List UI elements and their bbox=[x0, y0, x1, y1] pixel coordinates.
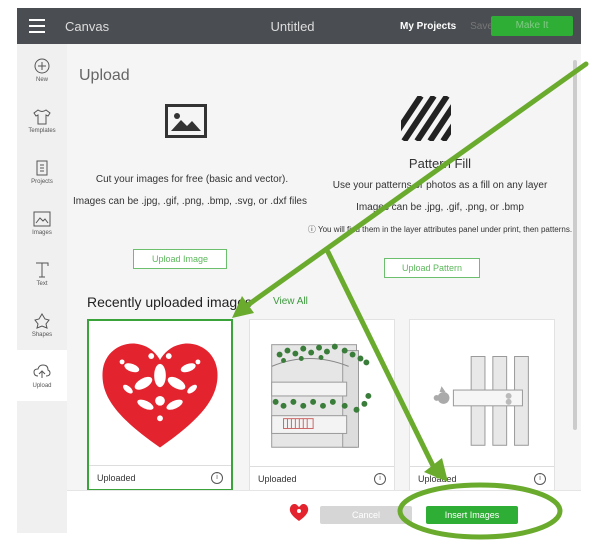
shapes-icon bbox=[33, 312, 51, 330]
sidebar-item-templates[interactable]: Templates bbox=[17, 95, 67, 146]
sidebar-item-upload[interactable]: Upload bbox=[17, 350, 67, 401]
uploaded-image-card[interactable]: Uploaded i bbox=[87, 319, 233, 491]
document-title[interactable]: Untitled bbox=[205, 19, 380, 34]
cancel-button[interactable]: Cancel bbox=[320, 506, 412, 524]
card-footer: Uploaded i bbox=[410, 466, 554, 490]
picture-icon bbox=[165, 104, 207, 138]
heart-thumbnail bbox=[102, 343, 218, 448]
info-icon[interactable]: i bbox=[211, 471, 223, 484]
recently-uploaded-title: Recently uploaded images bbox=[87, 294, 252, 310]
sidebar-item-label: Images bbox=[32, 229, 52, 236]
pattern-desc: Use your patterns or photos as a fill on… bbox=[332, 180, 548, 191]
sidebar-item-label: Templates bbox=[28, 127, 56, 134]
scrollbar[interactable] bbox=[573, 60, 577, 430]
ivy-arch-thumbnail bbox=[271, 343, 372, 448]
sidebar-item-images[interactable]: Images bbox=[17, 197, 67, 248]
sidebar-item-projects[interactable]: Projects bbox=[17, 146, 67, 197]
sidebar-item-label: Shapes bbox=[31, 331, 53, 338]
pattern-note: ⓘ You will find them in the layer attrib… bbox=[307, 225, 573, 234]
upload-image-button[interactable]: Upload Image bbox=[133, 249, 227, 269]
upload-panel: Upload Cut your images for free (basic a… bbox=[67, 44, 581, 534]
card-label: Uploaded bbox=[97, 472, 136, 483]
card-footer: Uploaded i bbox=[250, 466, 394, 490]
sidebar-item-label: New bbox=[35, 76, 48, 83]
sidebar: New Templates Projects Images Text Shape… bbox=[17, 44, 67, 533]
upload-pattern-button[interactable]: Upload Pattern bbox=[384, 258, 480, 278]
sidebar-item-label: Projects bbox=[31, 178, 53, 185]
info-icon[interactable]: i bbox=[374, 472, 386, 485]
pattern-fill-title: Pattern Fill bbox=[408, 156, 472, 171]
card-label: Uploaded bbox=[258, 473, 297, 484]
top-bar: Canvas Untitled My Projects Save Make It bbox=[17, 8, 581, 44]
selected-image-thumbnail bbox=[289, 504, 309, 521]
projects-icon bbox=[33, 159, 51, 177]
card-footer: Uploaded i bbox=[89, 465, 231, 489]
image-formats-text: Images can be .jpg, .gif, .png, .bmp, .s… bbox=[72, 196, 307, 207]
insert-images-button[interactable]: Insert Images bbox=[426, 506, 518, 524]
plus-icon bbox=[33, 57, 51, 75]
text-icon bbox=[33, 261, 51, 279]
view-all-link[interactable]: View All bbox=[273, 296, 308, 307]
shirt-icon bbox=[33, 108, 51, 126]
my-projects-link[interactable]: My Projects bbox=[400, 21, 456, 32]
save-button[interactable]: Save bbox=[470, 21, 493, 32]
panels-thumbnail bbox=[433, 356, 529, 446]
card-label: Uploaded bbox=[418, 473, 457, 484]
pattern-stripes-icon bbox=[401, 96, 451, 141]
image-upload-desc: Cut your images for free (basic and vect… bbox=[95, 174, 289, 185]
make-it-button[interactable]: Make It bbox=[491, 16, 573, 36]
uploaded-image-card[interactable]: Uploaded i bbox=[249, 319, 395, 491]
pattern-formats-text: Images can be .jpg, .gif, .png, or .bmp bbox=[356, 202, 524, 213]
bottom-action-bar: Cancel Insert Images bbox=[67, 490, 581, 534]
hamburger-menu-icon[interactable] bbox=[17, 8, 57, 44]
upload-icon bbox=[33, 363, 51, 381]
app-title: Canvas bbox=[65, 18, 110, 34]
info-icon[interactable]: i bbox=[534, 472, 546, 485]
sidebar-item-new[interactable]: New bbox=[17, 44, 67, 95]
sidebar-item-label: Text bbox=[36, 280, 48, 287]
page-title: Upload bbox=[79, 67, 130, 84]
image-icon bbox=[33, 210, 51, 228]
sidebar-item-shapes[interactable]: Shapes bbox=[17, 299, 67, 350]
uploaded-image-card[interactable]: Uploaded i bbox=[409, 319, 555, 491]
sidebar-item-text[interactable]: Text bbox=[17, 248, 67, 299]
sidebar-item-label: Upload bbox=[32, 382, 52, 389]
